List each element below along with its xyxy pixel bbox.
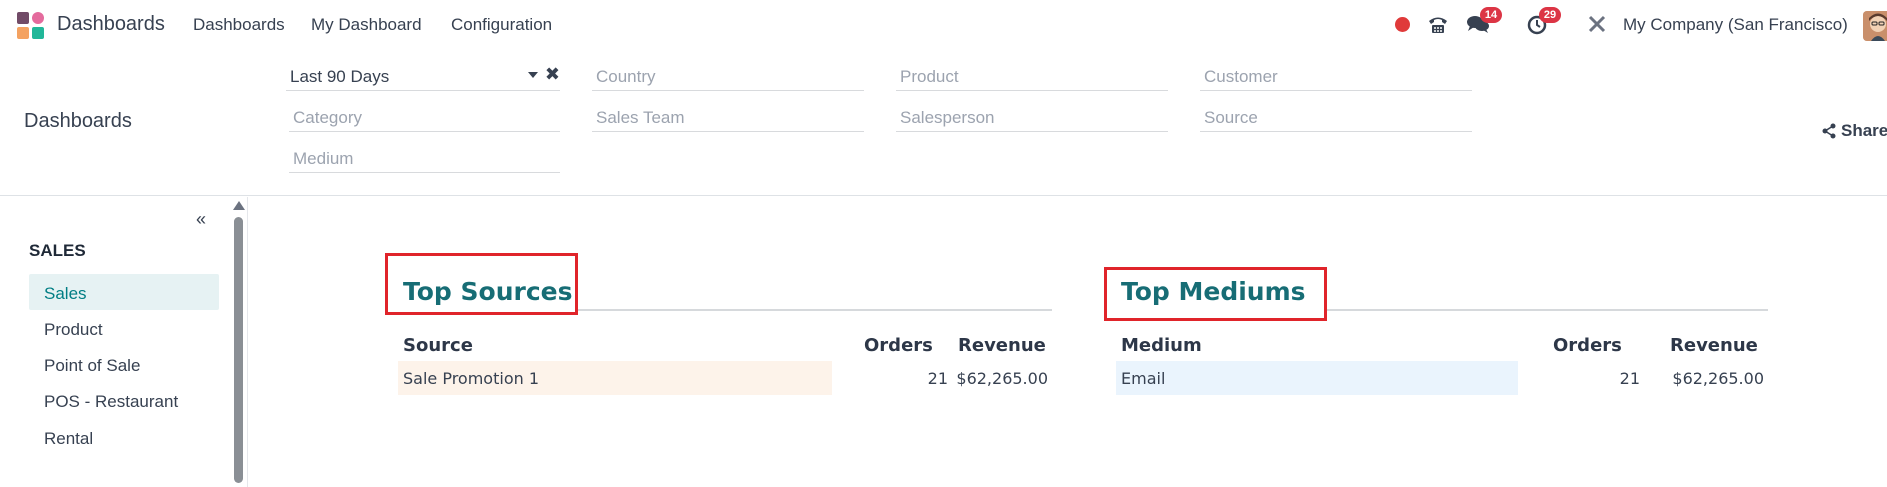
sidebar-scrollbar[interactable] [231,201,245,487]
messages-badge: 14 [1480,7,1502,23]
top-mediums-row-name[interactable]: Email [1116,361,1518,395]
top-mediums-header-orders: Orders [1553,335,1622,356]
top-sources-divider [578,309,1052,311]
activities-clock-icon[interactable]: 29 [1525,7,1561,36]
debug-tools-icon[interactable] [1585,12,1609,36]
top-sources-row-orders: 21 [927,369,948,388]
scroll-up-arrow-icon[interactable] [233,201,245,210]
dashboard-sidebar: « SALES Sales Product Point of Sale POS … [0,197,248,487]
top-navbar: Dashboards Dashboards My Dashboard Confi… [0,0,1887,48]
user-avatar[interactable] [1863,11,1887,41]
menu-dashboards[interactable]: Dashboards [193,15,285,35]
sidebar-item-pos-restaurant[interactable]: POS - Restaurant [29,382,219,418]
salesperson-filter[interactable]: Salesperson [896,102,1168,132]
period-filter-value: Last 90 Days [290,67,390,86]
share-icon [1822,123,1836,139]
share-label: Share [1841,121,1887,140]
sidebar-item-point-of-sale[interactable]: Point of Sale [29,346,219,382]
control-panel: Dashboards Last 90 Days ✖ Country Produc… [0,48,1887,196]
top-sources-row-revenue: $62,265.00 [956,369,1048,388]
top-mediums-header-medium: Medium [1121,335,1202,356]
country-filter[interactable]: Country [592,61,864,91]
activities-badge: 29 [1539,7,1561,23]
recording-dot-icon[interactable] [1390,12,1414,36]
sales-team-filter[interactable]: Sales Team [592,102,864,132]
collapse-sidebar-icon[interactable]: « [196,209,206,230]
top-sources-header-source: Source [403,335,473,356]
sidebar-item-sales[interactable]: Sales [29,274,219,310]
messages-icon[interactable]: 14 [1466,7,1502,36]
category-filter[interactable]: Category [289,102,560,132]
product-filter[interactable]: Product [896,61,1168,91]
top-mediums-title: Top Mediums [1121,277,1306,306]
menu-configuration[interactable]: Configuration [451,15,552,35]
clear-filter-icon[interactable]: ✖ [545,64,560,85]
dashboards-app-icon[interactable] [17,12,45,40]
top-sources-title: Top Sources [403,277,573,306]
app-name[interactable]: Dashboards [57,13,165,36]
top-sources-header-orders: Orders [864,335,933,356]
share-button[interactable]: Share [1821,121,1887,141]
company-switcher[interactable]: My Company (San Francisco) [1623,15,1848,35]
period-filter[interactable]: Last 90 Days ✖ [286,61,560,91]
breadcrumb: Dashboards [24,110,132,132]
medium-filter[interactable]: Medium [289,143,560,173]
top-mediums-row-orders: 21 [1619,369,1640,388]
customer-filter[interactable]: Customer [1200,61,1472,91]
top-mediums-divider [1327,309,1768,311]
menu-my-dashboard[interactable]: My Dashboard [311,15,422,35]
top-sources-row-name[interactable]: Sale Promotion 1 [398,361,832,395]
top-mediums-row-revenue: $62,265.00 [1672,369,1764,388]
caret-down-icon[interactable] [528,72,538,78]
top-mediums-header-revenue: Revenue [1670,335,1758,356]
phone-icon[interactable] [1426,12,1450,36]
source-filter[interactable]: Source [1200,102,1472,132]
sidebar-section-title: SALES [29,241,86,260]
sidebar-item-rental[interactable]: Rental [29,419,219,455]
sidebar-item-product[interactable]: Product [29,310,219,346]
scrollbar-thumb[interactable] [234,217,243,483]
top-sources-header-revenue: Revenue [958,335,1046,356]
